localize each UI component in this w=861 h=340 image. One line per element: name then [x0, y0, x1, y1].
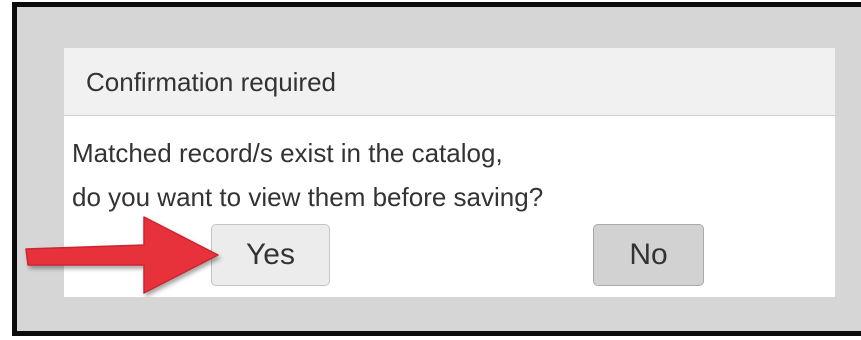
confirmation-dialog: Confirmation required Matched record/s e… [64, 48, 835, 297]
dialog-header: Confirmation required [64, 48, 835, 116]
dialog-message-line-2: do you want to view them before saving? [72, 182, 544, 212]
dialog-title: Confirmation required [86, 67, 337, 97]
yes-button[interactable]: Yes [211, 224, 330, 286]
dialog-message-line-1: Matched record/s exist in the catalog, [72, 138, 503, 168]
no-button[interactable]: No [593, 224, 704, 286]
dialog-body: Matched record/s exist in the catalog, d… [64, 116, 835, 297]
